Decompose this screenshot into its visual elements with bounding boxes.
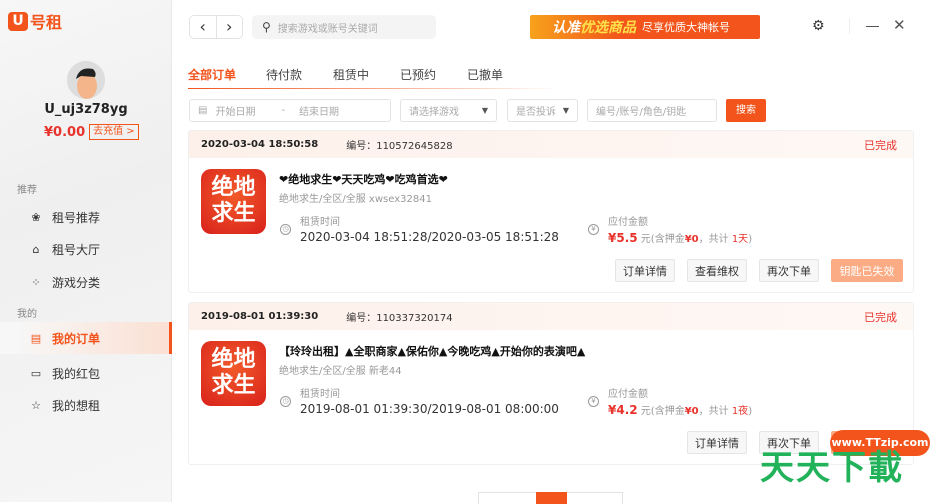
yuan-icon: ¥ (588, 224, 599, 235)
yuan-icon: ¥ (588, 396, 599, 407)
divider (849, 18, 850, 34)
price-info: ¥4.2 元(含押金¥0，共计 1夜) (608, 403, 753, 417)
order-title[interactable]: ❤绝地求生❤天天吃鸡❤吃鸡首选❤ (279, 171, 448, 187)
watermark-brand: 天天下載 (760, 448, 904, 488)
sidebar-item-label: 租号推荐 (52, 210, 101, 225)
complaint-select-value: 是否投诉 (516, 107, 556, 118)
sidebar-item-recommend[interactable]: ❀ 租号推荐 (0, 201, 172, 233)
rent-label: 租赁时间 (300, 389, 340, 400)
flower-icon: ❀ (31, 210, 41, 224)
game-select[interactable]: 请选择游戏 ▼ (400, 99, 497, 122)
tab-cancelled[interactable]: 已撤单 (467, 66, 503, 83)
gear-icon[interactable]: ⚙ (812, 18, 825, 34)
order-time: 2019-08-01 01:39:30 (201, 311, 319, 322)
clock-icon: ◷ (280, 396, 291, 407)
view-dispute-button[interactable]: 查看维权 (687, 259, 747, 282)
order-subtitle: 绝地求生/全区/全服 新老44 (279, 366, 402, 377)
banner-highlight: 优选商品 (580, 20, 636, 36)
section-label: 我的 (17, 309, 37, 320)
wallet-icon: ▭ (30, 366, 42, 380)
app-logo: U 号租 (8, 9, 62, 33)
price-info: ¥5.5 元(含押金¥0，共计 1天) (608, 231, 753, 245)
avatar[interactable] (67, 61, 105, 99)
banner-sub: 尽享优质大神帐号 (642, 21, 730, 34)
order-card: 2020-03-04 18:50:58 编号：110572645828 已完成 绝地… (188, 130, 914, 293)
sidebar-item-label: 我的想租 (52, 398, 101, 413)
sidebar-item-label: 租号大厅 (52, 242, 101, 257)
balance: ¥0.00 (44, 124, 86, 140)
forward-button[interactable]: › (217, 16, 243, 38)
sidebar-item-label: 我的订单 (52, 331, 101, 346)
status-badge: 已完成 (864, 310, 897, 324)
keyword-input[interactable]: 编号/账号/角色/钥匙 (587, 99, 717, 122)
banner-main: 认准 (552, 20, 580, 36)
search-placeholder: 搜索游戏或账号关键词 (277, 23, 378, 35)
date-separator: - (281, 105, 286, 116)
history-nav: ‹ › (189, 15, 243, 39)
status-badge: 已完成 (864, 138, 897, 152)
close-icon[interactable]: ✕ (893, 16, 906, 34)
end-date: 结束日期 (299, 107, 340, 118)
clock-icon: ◷ (280, 224, 291, 235)
username: U_uj3z78yg (44, 102, 128, 117)
search-icon: ⚲ (262, 20, 271, 34)
recharge-button[interactable]: 去充值 > (89, 124, 139, 140)
reorder-button[interactable]: 再次下单 (759, 259, 819, 282)
tab-all[interactable]: 全部订单 (188, 66, 236, 83)
calendar-icon: ▤ (198, 105, 208, 116)
order-title[interactable]: 【玲玲出租】▲全职商家▲保佑你▲今晚吃鸡▲开始你的表演吧▲ (279, 343, 585, 359)
sidebar: U 号租 U_uj3z78yg ¥0.00 去充值 > 推荐 ❀ 租号推荐 ⌂ 租号大厅… (0, 0, 172, 502)
grid-icon: ⁘ (31, 275, 41, 289)
sidebar-item-wishlist[interactable]: ☆ 我的想租 (0, 389, 172, 421)
order-details-button[interactable]: 订单详情 (615, 259, 675, 282)
pay-label: 应付金额 (608, 389, 648, 400)
rent-time: 2020-03-04 18:51:28/2020-03-05 18:51:28 (300, 230, 559, 244)
order-details-button[interactable]: 订单详情 (687, 431, 747, 454)
star-icon: ☆ (31, 398, 41, 412)
tab-pending-payment[interactable]: 待付款 (266, 66, 302, 83)
pay-label: 应付金额 (608, 217, 648, 228)
tab-renting[interactable]: 租赁中 (333, 66, 369, 83)
tab-underline (188, 88, 560, 89)
game-select-value: 请选择游戏 (409, 107, 459, 118)
sidebar-item-categories[interactable]: ⁘ 游戏分类 (0, 266, 172, 298)
promo-banner[interactable]: 认准优选商品 尽享优质大神帐号 (530, 15, 760, 39)
game-icon[interactable]: 绝地求生 (201, 169, 266, 234)
dropdown-icon: ▼ (481, 106, 488, 115)
sidebar-item-orders[interactable]: ▤ 我的订单 (0, 322, 172, 354)
order-time: 2020-03-04 18:50:58 (201, 139, 319, 150)
complaint-select[interactable]: 是否投诉 ▼ (507, 99, 578, 122)
sidebar-item-redpacket[interactable]: ▭ 我的红包 (0, 357, 172, 389)
page-current[interactable] (536, 492, 567, 504)
search-input[interactable]: ⚲ 搜索游戏或账号关键词 (252, 15, 436, 39)
start-date: 开始日期 (215, 107, 256, 118)
sidebar-item-label: 游戏分类 (52, 275, 101, 290)
order-subtitle: 绝地求生/全区/全服 xwsex32841 (279, 194, 432, 205)
date-range-picker[interactable]: ▤ 开始日期 - 结束日期 (189, 99, 391, 122)
order-number: 编号：110337320174 (346, 313, 453, 324)
back-button[interactable]: ‹ (190, 16, 217, 38)
order-icon: ▤ (30, 331, 42, 345)
sidebar-item-hall[interactable]: ⌂ 租号大厅 (0, 233, 172, 265)
tab-reserved[interactable]: 已预约 (400, 66, 436, 83)
rent-time: 2019-08-01 01:39:30/2019-08-01 08:00:00 (300, 402, 559, 416)
minimize-icon[interactable] (866, 26, 879, 27)
key-expired-button[interactable]: 钥匙已失效 (831, 259, 903, 282)
keyword-placeholder: 编号/账号/角色/钥匙 (596, 107, 687, 118)
order-number: 编号：110572645828 (346, 141, 453, 152)
section-label: 推荐 (17, 185, 37, 196)
game-icon[interactable]: 绝地求生 (201, 341, 266, 406)
rent-label: 租赁时间 (300, 217, 340, 228)
home-icon: ⌂ (32, 242, 40, 256)
sidebar-item-label: 我的红包 (52, 366, 101, 381)
dropdown-icon: ▼ (562, 106, 569, 115)
search-button[interactable]: 搜索 (726, 99, 766, 122)
